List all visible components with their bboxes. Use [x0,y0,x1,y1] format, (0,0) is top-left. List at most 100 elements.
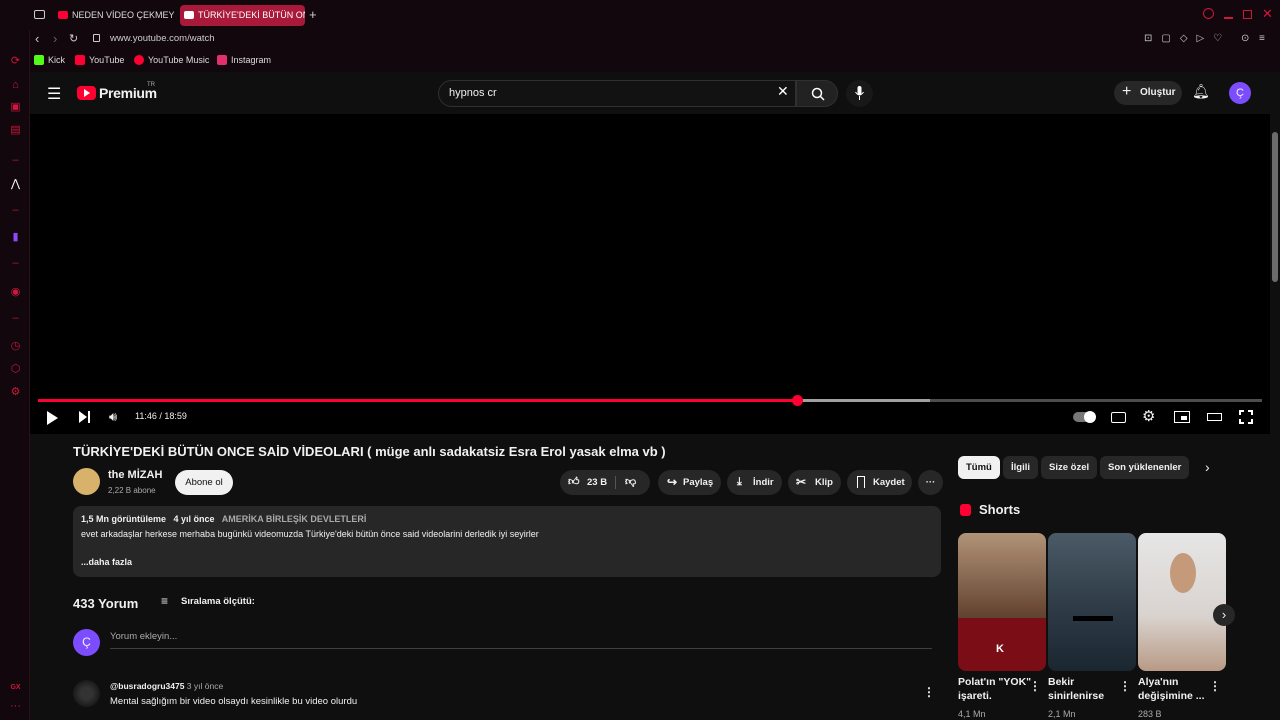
settings-gear-icon[interactable]: ⚙ [1142,407,1155,425]
reload-button[interactable]: ↻ [69,32,78,45]
progress-bar[interactable] [38,395,1262,406]
bookmark-youtube-music[interactable]: YouTube Music [134,55,209,65]
divider-dash-icon: – [12,204,19,216]
close-window-button[interactable]: ✕ [1262,6,1273,22]
avatar[interactable]: Ç [1229,82,1251,104]
short-thumbnail[interactable] [1048,533,1136,671]
short-thumbnail[interactable] [1138,533,1226,671]
search-button[interactable] [796,80,838,107]
plus-icon: + [1122,83,1132,100]
comment-author-avatar[interactable] [73,680,100,707]
store-icon[interactable]: ⌂ [9,79,22,92]
theater-mode-icon[interactable] [1207,413,1222,421]
chip-related[interactable]: İlgili [1003,456,1038,479]
back-button[interactable]: ‹ [35,31,39,46]
short-menu-icon[interactable]: ⋮ [1119,679,1131,693]
comment-input[interactable]: Yorum ekleyin... [110,631,177,642]
lock-icon [93,34,100,42]
divider-dash-icon: – [12,154,19,166]
history-icon[interactable]: ◷ [9,340,22,353]
channel-name[interactable]: the MİZAH [108,469,162,481]
short-views: 2,1 Mn [1048,709,1076,719]
bookmark-kick[interactable]: Kick [34,55,65,65]
time-display: 11:46 / 18:59 [135,411,187,421]
short-thumb-face [1170,553,1196,593]
short-menu-icon[interactable]: ⋮ [1209,679,1221,693]
volume-icon[interactable]: 🔊︎ [109,409,117,425]
subscribe-button[interactable]: Abone ol [175,470,233,495]
save-label: Kaydet [873,477,905,488]
menu-icon[interactable]: ≡ [1259,33,1265,44]
clear-search-icon[interactable]: ✕ [777,83,789,100]
url-field[interactable]: www.youtube.com/watch [110,33,215,44]
settings-icon[interactable]: ⚙ [9,386,22,399]
clip-button[interactable]: ✂ Klip [788,470,841,495]
next-bar [88,411,90,423]
chip-for-you[interactable]: Size özel [1041,456,1098,479]
tab-active[interactable]: TÜRKİYE'DEKİ BÜTÜN ONCE SAİD VİDEOLARI [180,5,305,26]
toolbar-icons[interactable]: ⊡▢◇▷♡ [1144,33,1231,44]
extensions-icon[interactable]: ⬡ [9,363,22,376]
youtube-logo-icon[interactable] [77,86,96,100]
maximize-button[interactable] [1243,10,1252,19]
location-tag[interactable]: AMERİKA BİRLEŞİK DEVLETLERİ [222,514,367,524]
sort-comments-button[interactable]: ≡ Sıralama ölçütü: [161,594,255,608]
comment-age[interactable]: 3 yıl önce [187,681,223,691]
new-tab-button[interactable]: + [309,7,317,22]
music-icon[interactable]: ▤ [9,124,22,137]
messenger-icon[interactable]: ▣ [9,101,22,114]
instagram-icon [217,55,227,65]
download-button[interactable]: ⤓ İndir [727,470,782,495]
channel-avatar[interactable] [73,468,100,495]
voice-search-button[interactable] [846,80,873,107]
logo-region: TR [147,82,155,88]
bookmark-instagram[interactable]: Instagram [217,55,271,65]
minimize-button[interactable] [1224,17,1233,19]
gx-corner-icon[interactable]: ⋀ [9,178,22,191]
dislike-icon[interactable]: 👎︎ [625,470,636,495]
bookmark-icon [857,476,865,488]
twitch-icon[interactable]: ▮ [9,231,22,244]
comment-author[interactable]: @busradogru3475 [110,681,184,691]
search-input[interactable]: hypnos cr [438,80,796,107]
video-player[interactable]: 🔊︎ 11:46 / 18:59 ⚙ [30,114,1270,434]
scrollbar-thumb[interactable] [1272,132,1278,282]
more-icon[interactable]: ··· [9,700,22,713]
more-actions-button[interactable]: ··· [918,470,943,495]
hamburger-menu-icon[interactable]: ☰ [47,84,61,104]
comment-menu-icon[interactable]: ⋮ [923,685,935,699]
short-menu-icon[interactable]: ⋮ [1029,679,1041,693]
chip-recent[interactable]: Son yüklenenler [1100,456,1190,479]
download-icon: ⤓ [737,476,742,488]
fullscreen-icon[interactable] [1239,410,1253,424]
save-button[interactable]: Kaydet [847,470,912,495]
play-button[interactable] [47,411,58,425]
player-icon[interactable]: ◉ [9,286,22,299]
autoplay-toggle[interactable] [1073,411,1096,423]
page-scrollbar[interactable] [1270,72,1280,720]
like-icon[interactable]: 👍︎ [568,470,580,495]
bookmark-youtube[interactable]: YouTube [75,55,124,65]
tab-label: NEDEN VİDEO ÇEKMEYİ BIRAKTIM [72,10,174,20]
show-more-link[interactable]: ...daha fazla [81,557,933,567]
shorts-next-button[interactable]: › [1213,604,1235,626]
refresh-speed-icon[interactable]: ⟳ [9,55,22,68]
description-box[interactable]: 1,5 Mn görüntüleme 4 yıl önce AMERİKA Bİ… [73,506,941,577]
search-tabs-icon[interactable] [1203,8,1214,19]
chips-next-chevron-icon[interactable]: › [1205,459,1210,475]
forward-button[interactable]: › [53,31,57,46]
like-dislike-group: 👍︎ 23 B 👎︎ [560,470,650,495]
scrubber-handle[interactable] [791,395,803,406]
account-icon[interactable]: ⊙ [1241,33,1249,44]
next-icon [79,411,87,423]
share-button[interactable]: ↪ Paylaş [658,470,721,495]
subtitles-icon[interactable] [1111,412,1126,423]
short-thumbnail[interactable]: K [958,533,1046,671]
chip-all[interactable]: Tümü [958,456,1000,479]
miniplayer-icon[interactable] [1174,411,1190,423]
tab-previous[interactable]: NEDEN VİDEO ÇEKMEYİ BIRAKTIM [54,5,174,26]
like-count[interactable]: 23 B [587,470,607,495]
notifications-bell-icon[interactable]: 🔔︎ [1192,83,1210,100]
workspace-icon[interactable] [34,10,45,19]
create-button[interactable]: + Oluştur [1114,81,1182,105]
